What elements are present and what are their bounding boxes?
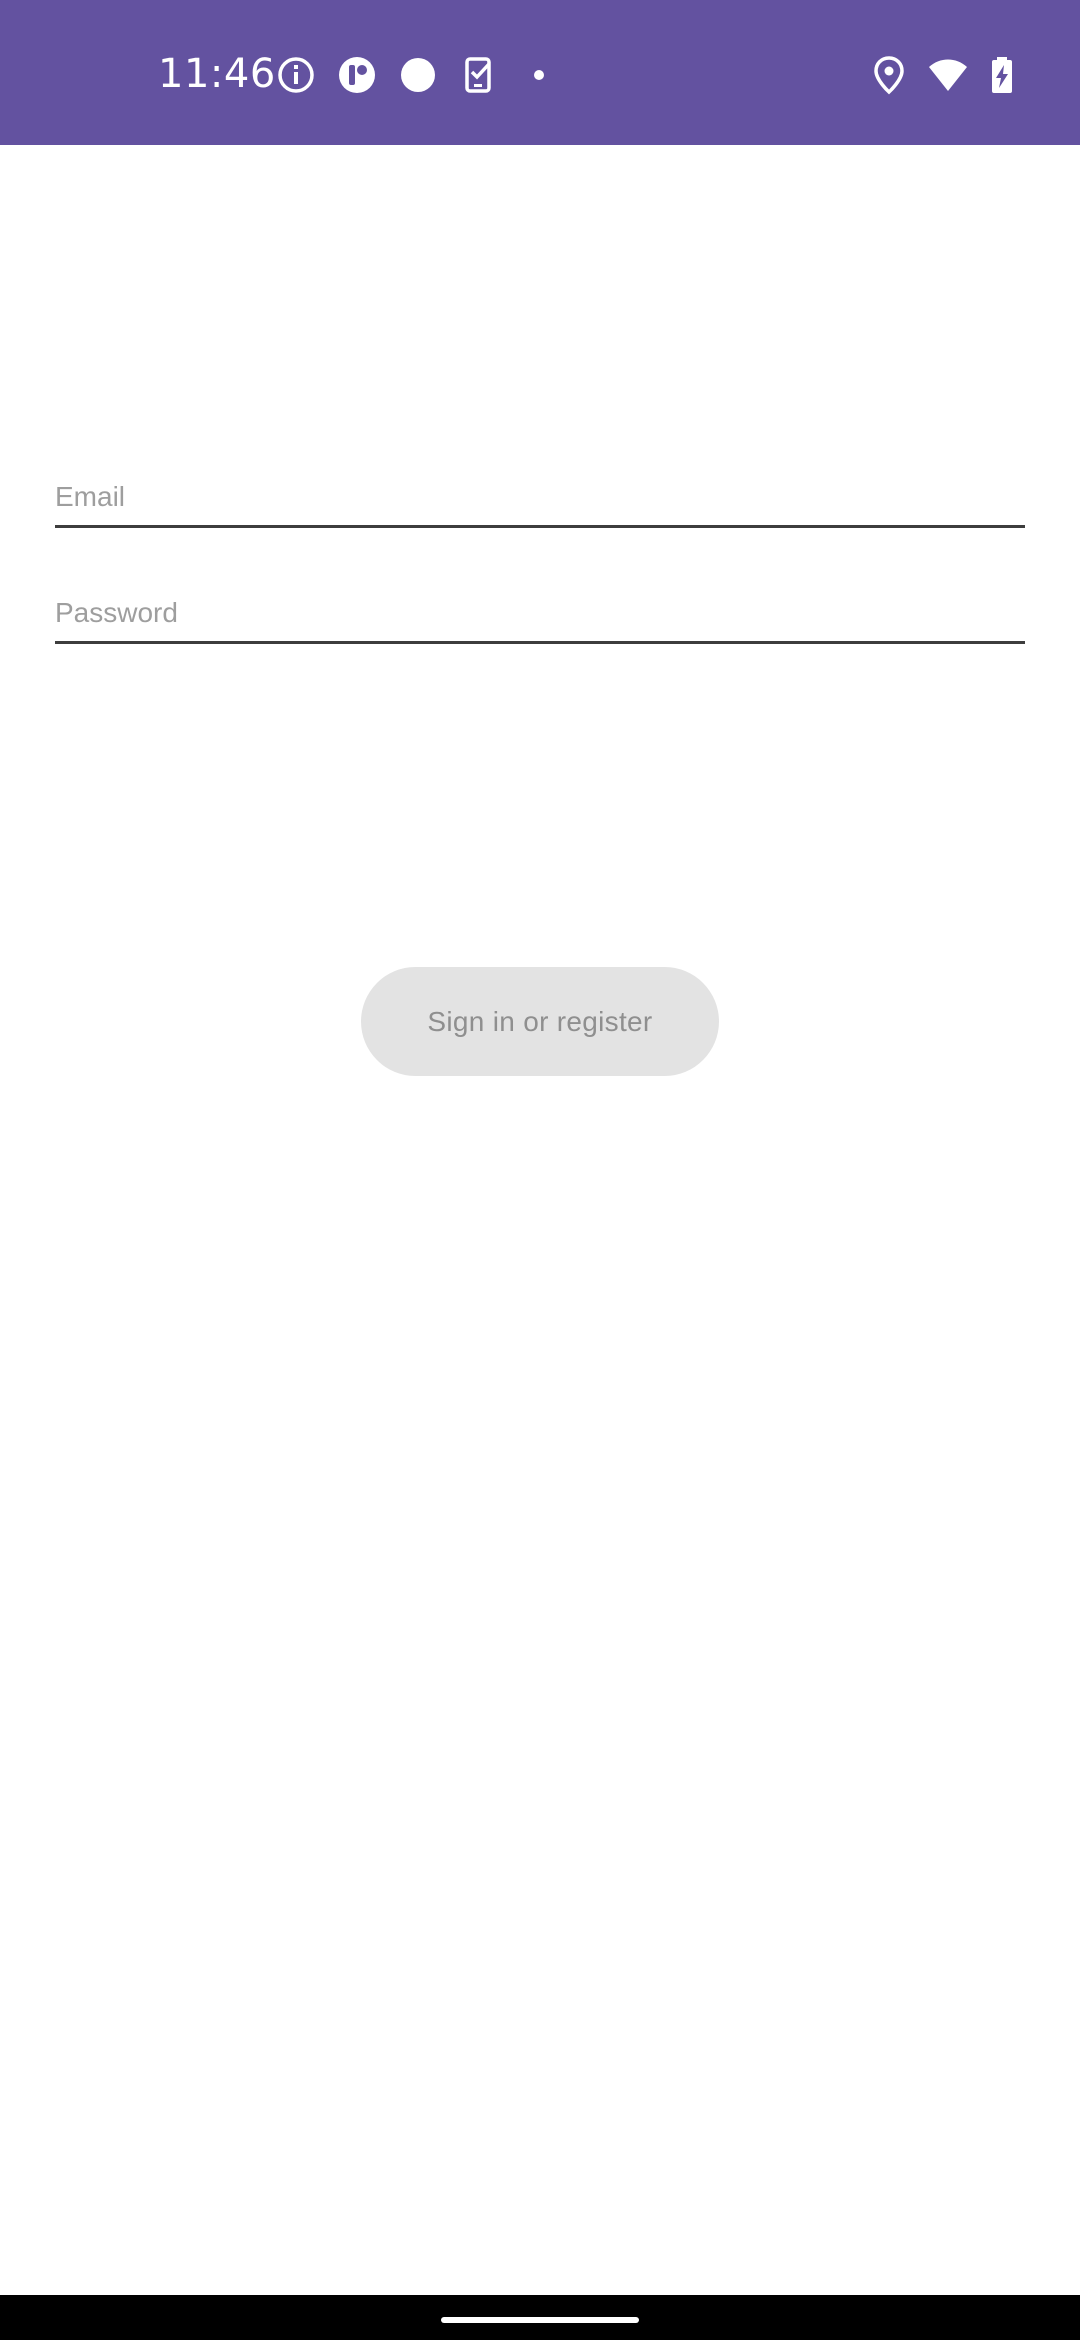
home-gesture-handle[interactable] (441, 2317, 639, 2323)
sign-in-or-register-button[interactable]: Sign in or register (361, 967, 719, 1076)
app-notification-icon (339, 57, 375, 93)
password-field[interactable] (55, 584, 1025, 644)
navigation-bar (0, 2295, 1080, 2340)
wifi-icon (929, 59, 967, 91)
task-phone-icon (465, 57, 491, 93)
login-screen: 11:46 Email Sign in or register (0, 0, 1080, 2340)
status-time: 11:46 (158, 51, 276, 97)
status-bar: 11:46 (0, 0, 1080, 145)
info-icon (278, 57, 314, 93)
dot-icon (534, 70, 544, 80)
circle-notification-icon (401, 58, 435, 92)
battery-charging-icon (992, 57, 1012, 93)
location-icon (874, 56, 904, 95)
email-field[interactable] (55, 468, 1025, 528)
